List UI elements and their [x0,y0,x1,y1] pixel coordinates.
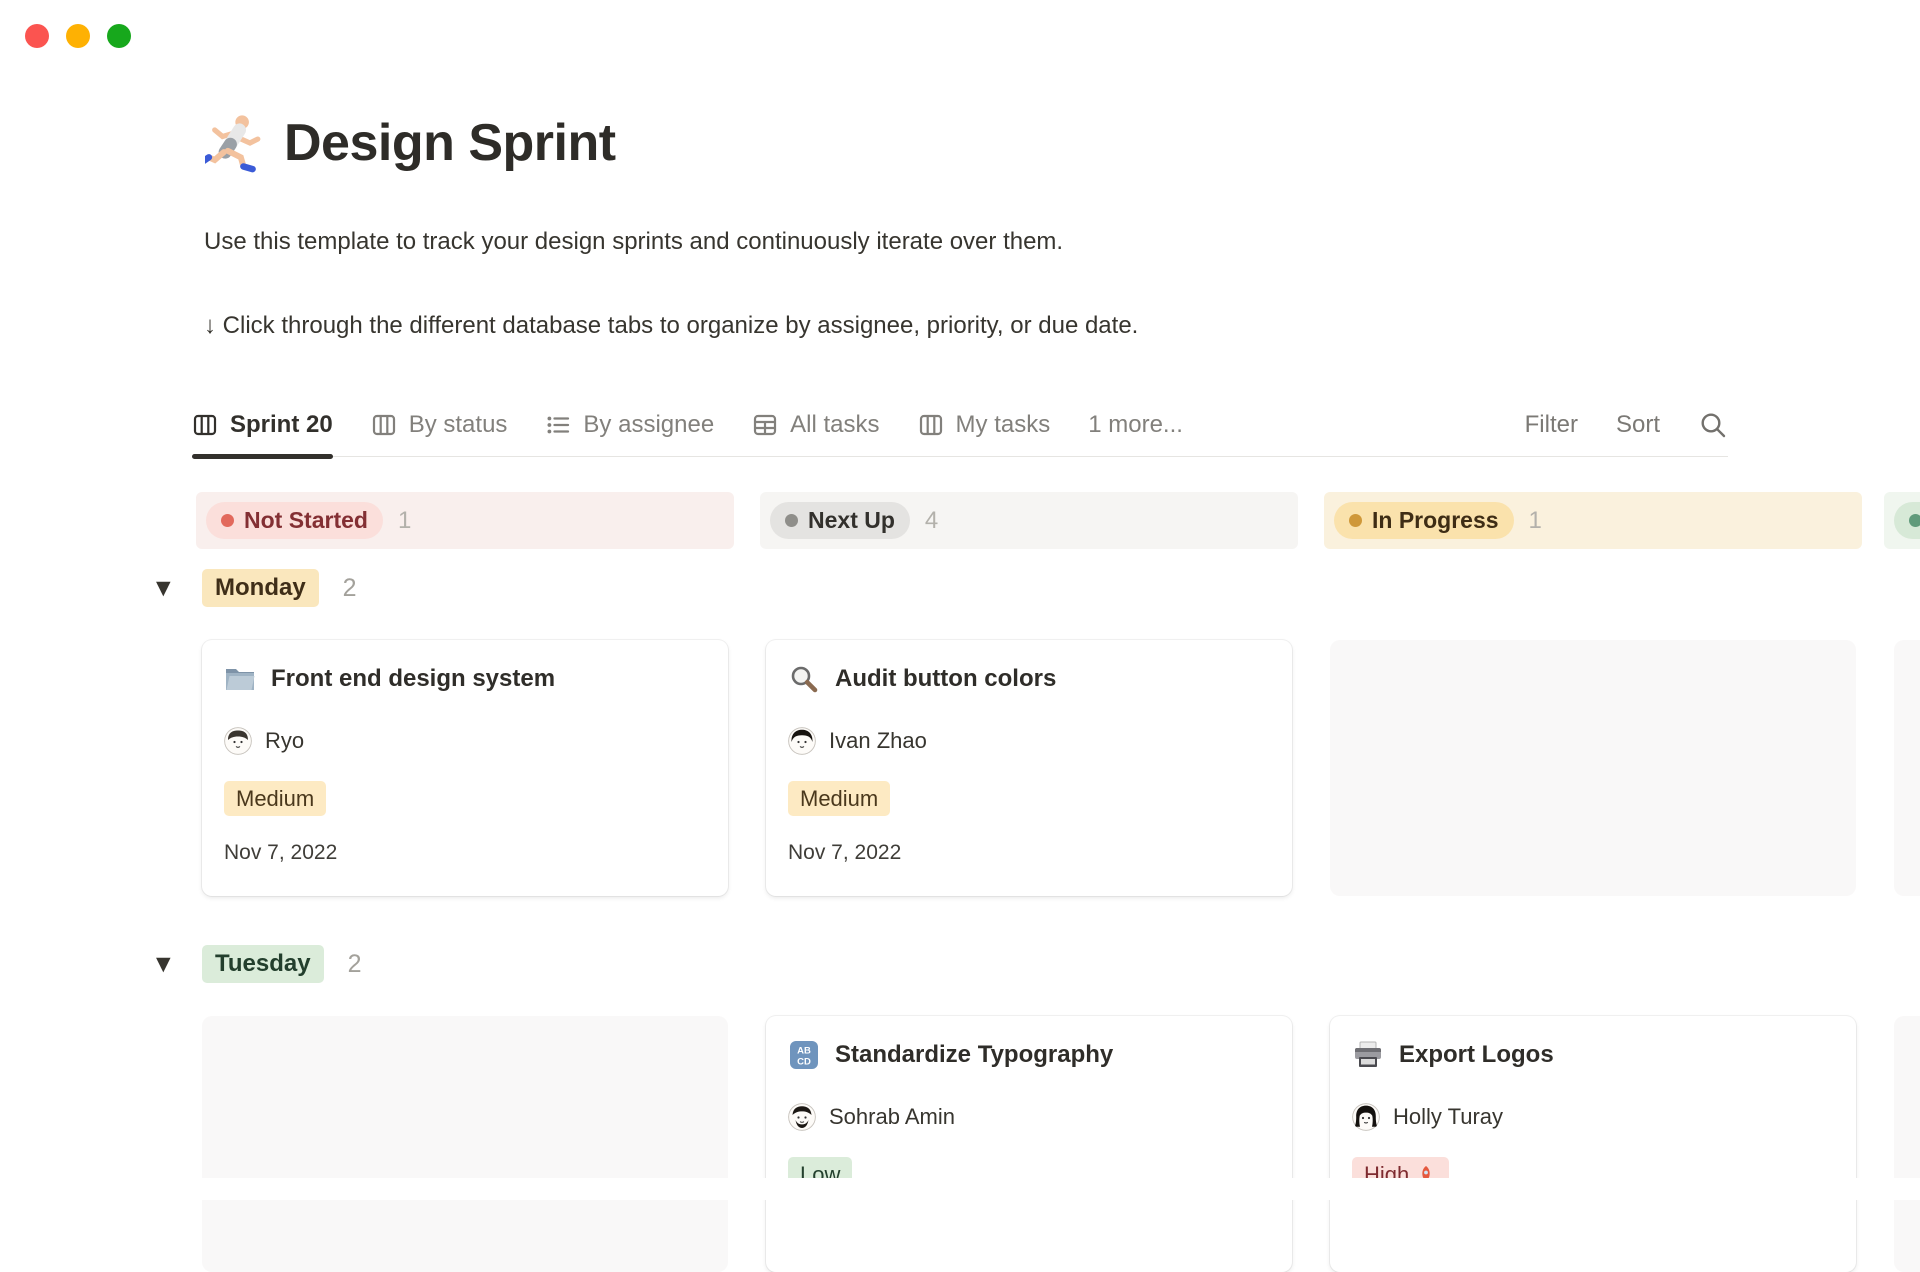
tab-more-views[interactable]: 1 more... [1088,394,1183,456]
status-badge-partial[interactable] [1894,502,1920,539]
empty-column-cell [1894,640,1920,896]
avatar-holly-turay [1352,1103,1380,1131]
assignee-name: Ivan Zhao [829,728,927,754]
status-dot [1909,514,1920,527]
tab-sprint-20[interactable]: Sprint 20 [192,394,333,456]
priority-badge: Medium [224,781,326,816]
task-card-export-logos[interactable]: Export Logos Holly Turay High [1330,1016,1856,1272]
zoom-button[interactable] [107,24,131,48]
search-button[interactable] [1698,410,1728,440]
status-badge-not-started[interactable]: Not Started [206,502,383,539]
folder-icon [224,663,256,695]
tab-by-assignee[interactable]: By assignee [545,394,714,456]
svg-text:CD: CD [797,1057,811,1068]
empty-column-cell [1894,1016,1920,1272]
tab-label: All tasks [790,411,879,439]
tab-my-tasks[interactable]: My tasks [918,394,1051,456]
tab-label: 1 more... [1088,411,1183,439]
window-controls [25,24,131,48]
avatar-ivan-zhao [788,727,816,755]
close-button[interactable] [25,24,49,48]
column-header-not-started: Not Started 1 [196,492,734,549]
group-row-tuesday: ▼ Tuesday 2 [156,942,362,986]
board-icon [918,412,944,438]
viewport-bottom-edge [0,1178,1920,1200]
tab-label: By status [409,411,508,439]
tab-label: My tasks [956,411,1051,439]
search-icon [1698,410,1728,440]
assignee-name: Sohrab Amin [829,1104,955,1130]
table-icon [752,412,778,438]
due-date: Nov 7, 2022 [788,841,1270,865]
priority-label: Medium [800,786,878,812]
page-title: Design Sprint [284,113,616,173]
board-icon [192,412,218,438]
column-header-in-progress: In Progress 1 [1324,492,1862,549]
printer-icon [1352,1039,1384,1071]
avatar-sohrab-amin [788,1103,816,1131]
tab-label: By assignee [583,411,714,439]
list-icon [545,412,571,438]
card-title: Export Logos [1399,1041,1554,1069]
priority-badge: Medium [788,781,890,816]
board-icon [371,412,397,438]
svg-text:AB: AB [797,1046,811,1057]
task-card-front-end-design-system[interactable]: Front end design system Ryo Medium Nov 7… [202,640,728,896]
view-tabs: Sprint 20 By status By assignee All task… [192,394,1728,457]
column-header-partial [1884,492,1920,549]
column-header-next-up: Next Up 4 [760,492,1298,549]
task-card-audit-button-colors[interactable]: Audit button colors Ivan Zhao Medium Nov… [766,640,1292,896]
group-count: 2 [348,950,362,979]
status-dot [785,514,798,527]
assignee-name: Ryo [265,728,304,754]
page-description: Use this template to track your design s… [204,228,1063,256]
empty-column-cell [202,1016,728,1272]
avatar-ryo [224,727,252,755]
sort-button[interactable]: Sort [1616,411,1660,439]
status-label: In Progress [1372,507,1499,534]
status-label: Next Up [808,507,895,534]
status-dot [221,514,234,527]
tab-all-tasks[interactable]: All tasks [752,394,879,456]
group-count: 2 [343,574,357,603]
abcd-icon: ABCD [788,1039,820,1071]
card-title: Front end design system [271,665,555,693]
runner-icon[interactable] [204,112,262,174]
group-row-monday: ▼ Monday 2 [156,566,357,610]
card-title: Standardize Typography [835,1041,1113,1069]
group-badge-tuesday[interactable]: Tuesday [202,945,324,983]
collapse-toggle-icon[interactable]: ▼ [156,953,178,975]
status-dot [1349,514,1362,527]
column-count: 4 [925,507,938,535]
tab-label: Sprint 20 [230,411,333,439]
column-count: 1 [1529,507,1542,535]
collapse-toggle-icon[interactable]: ▼ [156,577,178,599]
status-badge-next-up[interactable]: Next Up [770,502,910,539]
minimize-button[interactable] [66,24,90,48]
assignee-name: Holly Turay [1393,1104,1503,1130]
task-card-standardize-typography[interactable]: ABCD Standardize Typography Sohrab Amin … [766,1016,1292,1272]
page-hint: ↓ Click through the different database t… [204,312,1138,340]
empty-column-cell [1330,640,1856,896]
group-badge-monday[interactable]: Monday [202,569,319,607]
column-count: 1 [398,507,411,535]
magnifier-icon [788,663,820,695]
tab-by-status[interactable]: By status [371,394,508,456]
due-date: Nov 7, 2022 [224,841,706,865]
filter-button[interactable]: Filter [1525,411,1578,439]
status-label: Not Started [244,507,368,534]
status-badge-in-progress[interactable]: In Progress [1334,502,1514,539]
card-title: Audit button colors [835,665,1056,693]
priority-label: Medium [236,786,314,812]
